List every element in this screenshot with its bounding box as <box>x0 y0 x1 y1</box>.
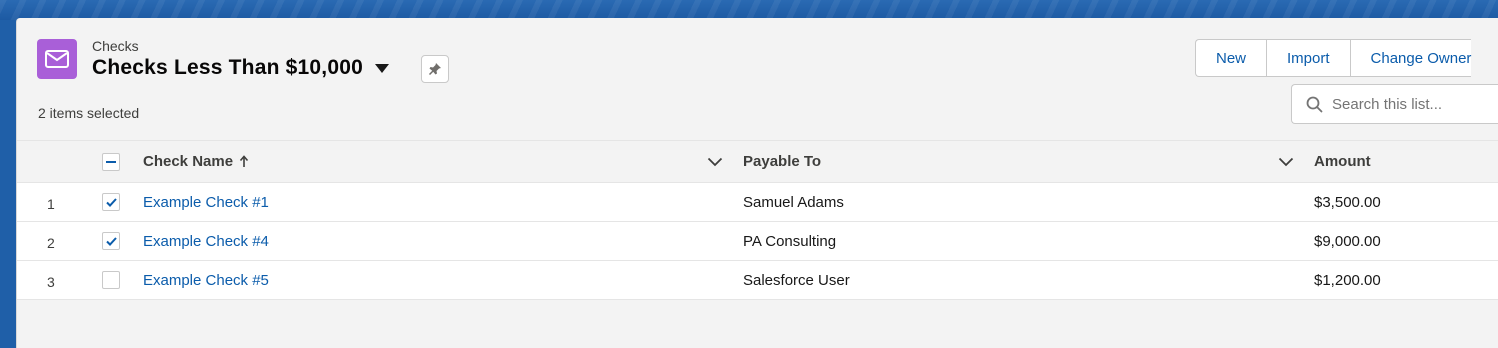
column-header-check-name[interactable]: Check Name <box>143 141 249 182</box>
list-view-header: Checks Checks Less Than $10,000 2 items … <box>17 18 1498 140</box>
page-background <box>0 0 1498 20</box>
column-header-amount[interactable]: Amount <box>1314 141 1371 182</box>
column-header-payable-to[interactable]: Payable To <box>743 141 821 182</box>
change-owner-button[interactable]: Change Owner <box>1351 40 1472 76</box>
select-all-cell <box>102 141 120 182</box>
records-table: Check Name Payable To Amount 1 Example C… <box>17 140 1498 300</box>
row-number: 1 <box>47 196 55 212</box>
minus-icon <box>106 160 116 163</box>
row-checkbox[interactable] <box>102 232 120 250</box>
column-header-label: Payable To <box>743 153 822 170</box>
items-selected-count: 2 items selected <box>38 105 140 121</box>
pin-button[interactable] <box>421 55 449 83</box>
row-checkbox[interactable] <box>102 271 120 289</box>
search-input[interactable] <box>1332 95 1492 113</box>
row-number: 3 <box>47 274 55 290</box>
row-checkbox-cell <box>102 222 120 260</box>
list-view-panel: Checks Checks Less Than $10,000 2 items … <box>16 18 1498 348</box>
chevron-down-icon[interactable] <box>1278 141 1294 182</box>
amount-cell: $9,000.00 <box>1314 232 1381 250</box>
table-row: 3 Example Check #5 Salesforce User $1,20… <box>17 261 1498 300</box>
caret-down-icon[interactable] <box>374 63 389 73</box>
check-icon <box>105 236 117 246</box>
search-box <box>1291 84 1498 124</box>
search-icon <box>1306 96 1323 113</box>
table-header: Check Name Payable To Amount <box>17 141 1498 183</box>
row-checkbox-cell <box>102 183 120 221</box>
payable-to-cell: Salesforce User <box>743 271 850 289</box>
row-number: 2 <box>47 235 55 251</box>
new-button[interactable]: New <box>1196 40 1268 76</box>
check-name-link[interactable]: Example Check #1 <box>143 183 269 221</box>
list-view-title: Checks Less Than $10,000 <box>92 56 363 79</box>
column-header-label: Check Name <box>143 153 234 170</box>
select-all-checkbox[interactable] <box>102 152 120 171</box>
amount-cell: $3,500.00 <box>1314 193 1381 211</box>
import-button[interactable]: Import <box>1267 40 1351 76</box>
action-button-group: New Import Change Owner <box>1195 39 1472 77</box>
column-header-label: Amount <box>1314 153 1371 170</box>
row-checkbox-cell <box>102 261 120 299</box>
check-name-link[interactable]: Example Check #5 <box>143 261 269 299</box>
arrow-up-icon <box>239 155 249 168</box>
check-name-link[interactable]: Example Check #4 <box>143 222 269 260</box>
list-view-selector[interactable]: Checks Less Than $10,000 <box>92 56 389 80</box>
check-icon <box>105 197 117 207</box>
table-row: 2 Example Check #4 PA Consulting $9,000.… <box>17 222 1498 261</box>
envelope-icon <box>37 39 77 79</box>
payable-to-cell: PA Consulting <box>743 232 837 250</box>
object-label: Checks <box>92 38 139 54</box>
chevron-down-icon[interactable] <box>707 141 723 182</box>
payable-to-cell: Samuel Adams <box>743 193 844 211</box>
table-row: 1 Example Check #1 Samuel Adams $3,500.0… <box>17 183 1498 222</box>
pin-icon <box>428 63 441 76</box>
row-checkbox[interactable] <box>102 193 120 211</box>
amount-cell: $1,200.00 <box>1314 271 1381 289</box>
